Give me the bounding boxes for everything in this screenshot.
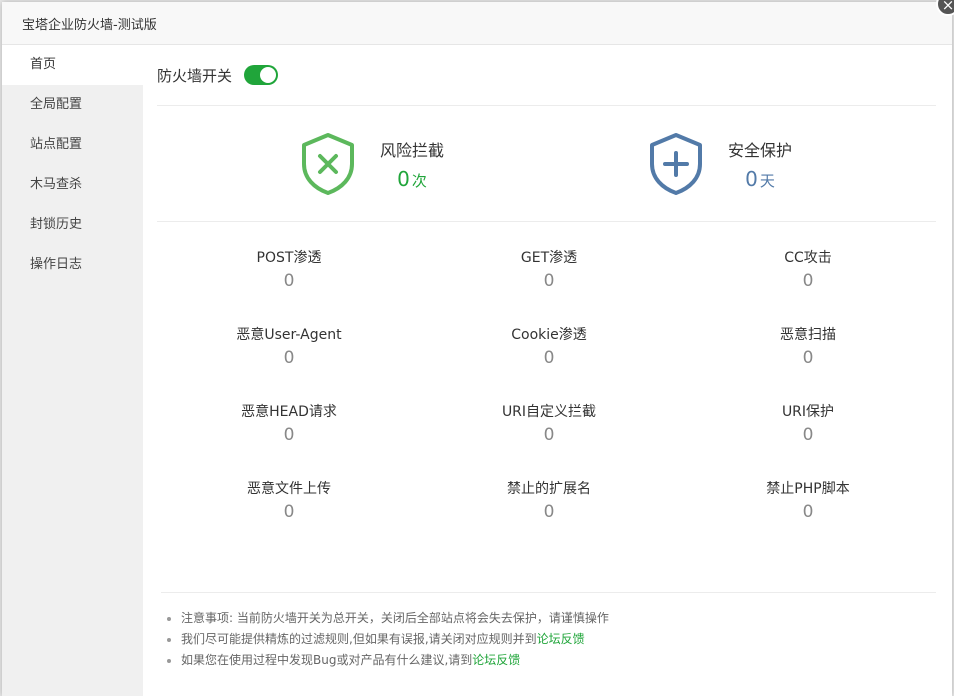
notes-list: 注意事项: 当前防火墙开关为总开关，关闭后全部站点将会失去保护，请谨慎操作 我们… — [161, 608, 936, 671]
stat-forbidden-extension: 禁止的扩展名 0 — [439, 478, 659, 522]
firewall-toggle[interactable] — [244, 65, 279, 85]
firewall-switch-row: 防火墙开关 — [157, 45, 936, 106]
stat-malicious-upload: 恶意文件上传 0 — [179, 478, 399, 522]
toggle-knob — [260, 67, 277, 83]
safe-protect-label: 安全保护 — [728, 141, 793, 160]
stat-label: URI自定义拦截 — [501, 404, 597, 420]
stat-value: 0 — [283, 425, 295, 445]
stat-value: 0 — [543, 425, 555, 445]
sidebar-item-home[interactable]: 首页 — [2, 45, 143, 85]
stat-value: 0 — [802, 425, 814, 445]
stat-cookie-injection: Cookie渗透 0 — [439, 324, 659, 368]
stat-label: 恶意HEAD请求 — [241, 404, 337, 420]
dialog-titlebar: 宝塔企业防火墙-测试版 — [2, 2, 952, 45]
stat-value: 0 — [543, 502, 555, 522]
sidebar-item-label: 操作日志 — [30, 257, 83, 272]
close-icon: × — [941, 0, 954, 14]
stat-post-injection: POST渗透 0 — [179, 247, 399, 291]
stat-get-injection: GET渗透 0 — [439, 247, 659, 291]
note-item: 如果您在使用过程中发现Bug或对产品有什么建议,请到论坛反馈 — [181, 650, 936, 671]
stat-label: CC攻击 — [784, 250, 832, 266]
forum-feedback-link[interactable]: 论坛反馈 — [472, 653, 520, 667]
sidebar-item-trojan-scan[interactable]: 木马查杀 — [2, 165, 143, 205]
sidebar-item-block-history[interactable]: 封锁历史 — [2, 205, 143, 245]
stat-label: Cookie渗透 — [511, 327, 587, 343]
risk-intercept-unit: 次 — [411, 172, 427, 190]
shield-x-icon — [302, 133, 354, 195]
stat-value: 0 — [802, 348, 814, 368]
safe-protect-unit: 天 — [759, 172, 775, 190]
stats-grid: POST渗透 0 GET渗透 0 CC攻击 0 恶意User-Agent 0 C… — [157, 222, 936, 542]
sidebar-item-label: 站点配置 — [30, 137, 83, 152]
dialog-body: 首页 全局配置 站点配置 木马查杀 封锁历史 操作日志 防火墙开关 风险拦截 0… — [2, 45, 952, 696]
stat-label: 恶意扫描 — [780, 327, 836, 343]
sidebar-item-operation-log[interactable]: 操作日志 — [2, 245, 143, 285]
stat-label: 恶意User-Agent — [236, 327, 342, 343]
stat-value: 0 — [543, 271, 555, 291]
main-content: 防火墙开关 风险拦截 0次 安全保护 0 天 POST渗透 0 GET渗透 0 … — [157, 45, 936, 696]
stat-label: URI保护 — [781, 404, 835, 420]
stat-malicious-user-agent: 恶意User-Agent 0 — [179, 324, 399, 368]
note-text: 我们尽可能提供精炼的过滤规则,但如果有误报,请关闭对应规则并到 — [181, 632, 537, 646]
sidebar-item-global-config[interactable]: 全局配置 — [2, 85, 143, 125]
stat-cc-attack: CC攻击 0 — [698, 247, 918, 291]
stat-value: 0 — [283, 502, 295, 522]
stat-label: 恶意文件上传 — [247, 481, 331, 497]
note-text: 如果您在使用过程中发现Bug或对产品有什么建议,请到 — [181, 653, 473, 667]
risk-intercept-card: 风险拦截 0次 — [300, 132, 444, 196]
sidebar-item-label: 首页 — [30, 57, 57, 72]
stat-label: 禁止PHP脚本 — [766, 481, 850, 497]
stat-value: 0 — [802, 271, 814, 291]
risk-intercept-count: 0 — [397, 167, 410, 191]
note-item: 我们尽可能提供精炼的过滤规则,但如果有误报,请关闭对应规则并到论坛反馈 — [181, 629, 936, 650]
sidebar: 首页 全局配置 站点配置 木马查杀 封锁历史 操作日志 — [2, 45, 143, 696]
stat-malicious-scan: 恶意扫描 0 — [698, 324, 918, 368]
note-item: 注意事项: 当前防火墙开关为总开关，关闭后全部站点将会失去保护，请谨慎操作 — [181, 608, 936, 629]
stat-value: 0 — [543, 348, 555, 368]
firewall-switch-label: 防火墙开关 — [157, 66, 233, 85]
sidebar-item-label: 全局配置 — [30, 97, 83, 112]
forum-feedback-link[interactable]: 论坛反馈 — [537, 632, 585, 646]
dialog-title: 宝塔企业防火墙-测试版 — [22, 17, 157, 33]
safe-protect-days: 0 — [745, 167, 758, 191]
stat-forbidden-php: 禁止PHP脚本 0 — [698, 478, 918, 522]
stat-uri-custom-block: URI自定义拦截 0 — [439, 401, 659, 445]
safe-protect-card: 安全保护 0天 — [648, 132, 792, 196]
shield-plus-icon — [650, 133, 702, 195]
firewall-dialog: 宝塔企业防火墙-测试版 × 首页 全局配置 站点配置 木马查杀 封锁历史 操作日… — [2, 0, 954, 696]
stat-uri-protection: URI保护 0 — [698, 401, 918, 445]
stat-value: 0 — [283, 271, 295, 291]
sidebar-item-label: 木马查杀 — [30, 177, 83, 192]
sidebar-item-site-config[interactable]: 站点配置 — [2, 125, 143, 165]
stat-value: 0 — [802, 502, 814, 522]
note-text: 注意事项: 当前防火墙开关为总开关，关闭后全部站点将会失去保护，请谨慎操作 — [181, 611, 609, 625]
sidebar-item-label: 封锁历史 — [30, 217, 83, 232]
stat-label: 禁止的扩展名 — [507, 481, 591, 497]
risk-intercept-label: 风险拦截 — [380, 141, 445, 160]
stat-label: POST渗透 — [256, 250, 322, 266]
stat-label: GET渗透 — [520, 250, 578, 266]
stat-value: 0 — [283, 348, 295, 368]
stat-malicious-head-request: 恶意HEAD请求 0 — [179, 401, 399, 445]
notes-panel: 注意事项: 当前防火墙开关为总开关，关闭后全部站点将会失去保护，请谨慎操作 我们… — [161, 592, 936, 671]
summary-panel: 风险拦截 0次 安全保护 0天 — [157, 106, 936, 222]
